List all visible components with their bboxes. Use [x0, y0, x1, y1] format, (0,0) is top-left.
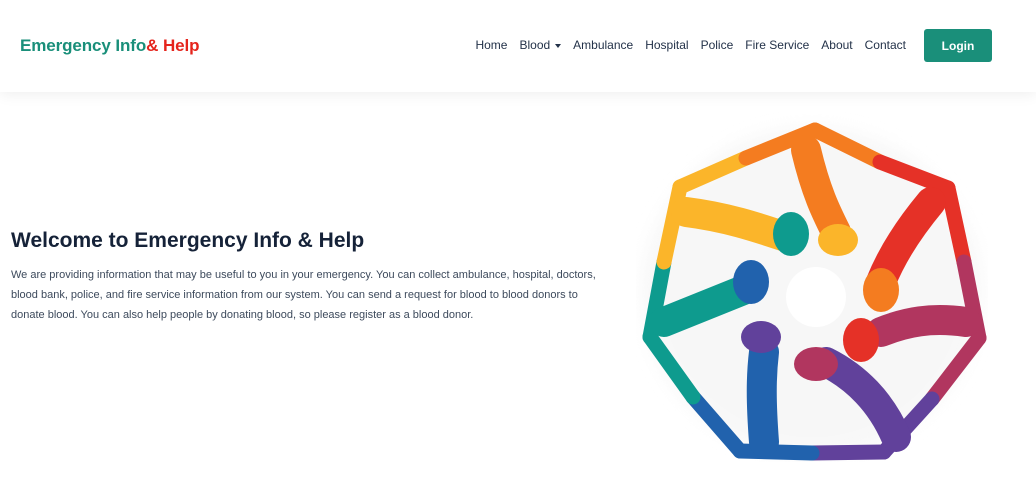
caret-down-icon	[555, 43, 562, 48]
brand-text: Emergency Info	[20, 36, 147, 55]
nav-ambulance[interactable]: Ambulance	[573, 38, 633, 52]
hero-description: We are providing information that may be…	[11, 269, 596, 321]
brand-logo[interactable]: Emergency Info& Help	[20, 36, 199, 56]
nav-about[interactable]: About	[821, 38, 852, 52]
nav-blood-label: Blood	[519, 38, 551, 52]
nav-blood-dropdown[interactable]: Blood	[519, 38, 562, 52]
nav-contact[interactable]: Contact	[865, 38, 906, 52]
nav-hospital[interactable]: Hospital	[645, 38, 688, 52]
nav-home[interactable]: Home	[475, 38, 507, 52]
nav-links: Home Blood Ambulance Hospital Police Fir…	[475, 38, 906, 52]
nav-police[interactable]: Police	[701, 38, 734, 52]
login-button[interactable]: Login	[924, 29, 992, 62]
heptagon-hands-illustration	[642, 122, 987, 461]
brand-amp: & Help	[146, 36, 200, 55]
navbar: Emergency Info& Help Home Blood Ambulanc…	[0, 0, 1036, 92]
hero-title: Welcome to Emergency Info & Help	[11, 229, 365, 252]
nav-fire-service[interactable]: Fire Service	[745, 38, 809, 52]
